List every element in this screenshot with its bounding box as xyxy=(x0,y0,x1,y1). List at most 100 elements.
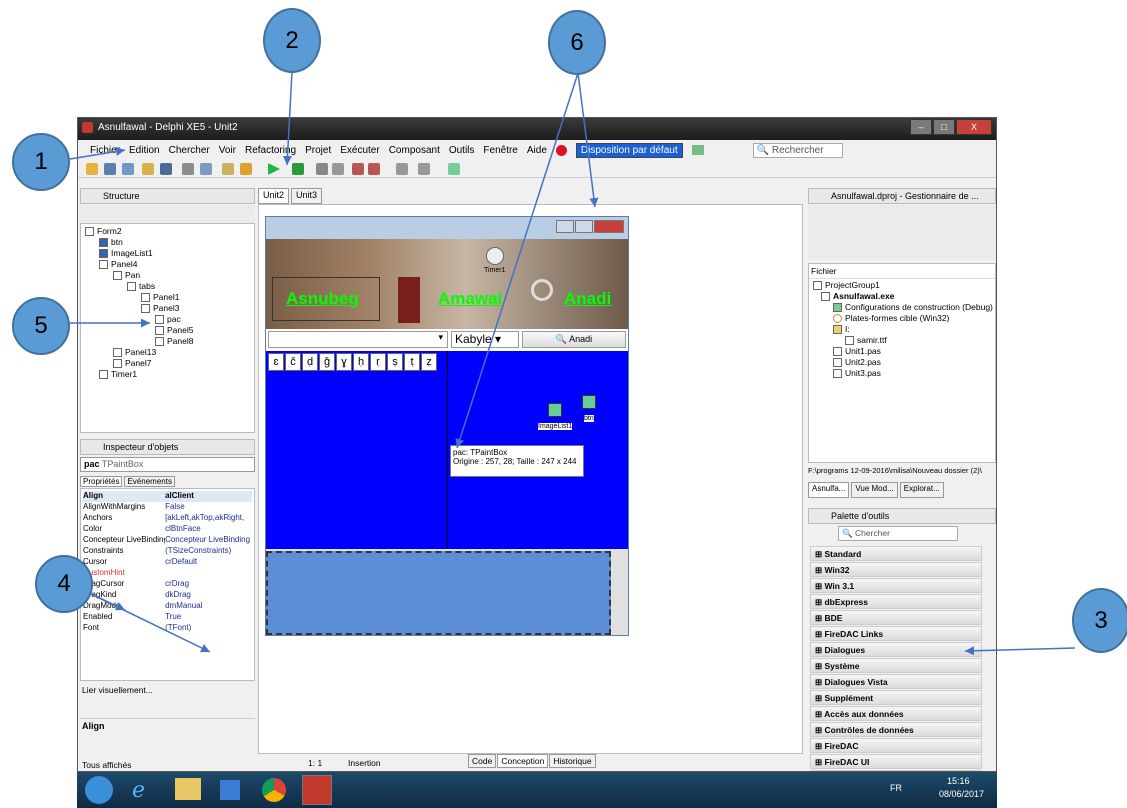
clock-time[interactable]: 15:16 xyxy=(947,776,970,786)
form-max-button[interactable] xyxy=(575,220,593,233)
media-icon[interactable] xyxy=(220,780,240,800)
pause-icon[interactable] xyxy=(316,163,328,175)
tree-item[interactable]: Form2 xyxy=(85,226,193,237)
palette-category[interactable]: ⊞ Standard xyxy=(810,546,982,561)
palette-category[interactable]: ⊞ dbExpress xyxy=(810,594,982,609)
brand-amawal[interactable]: Amawal xyxy=(438,289,502,309)
property-value[interactable]: dkDrag xyxy=(165,590,252,601)
delphi-taskbar-icon[interactable] xyxy=(302,775,332,805)
menu-fenetre[interactable]: Fenêtre xyxy=(483,145,517,156)
save-all-icon[interactable] xyxy=(160,163,172,175)
tree-item[interactable]: pac xyxy=(85,314,193,325)
property-value[interactable]: dmManual xyxy=(165,601,252,612)
form-min-button[interactable] xyxy=(556,220,574,233)
palette-category[interactable]: ⊞ Win32 xyxy=(810,562,982,577)
tree-item[interactable]: Panel4 xyxy=(85,259,193,270)
project-item[interactable]: Asnulfawal.exe xyxy=(813,291,993,302)
run-icon[interactable] xyxy=(268,163,280,175)
palette-category[interactable]: ⊞ Contrôles de données xyxy=(810,722,982,737)
tree-item[interactable]: Panel5 xyxy=(85,325,193,336)
letter-button[interactable]: ɛ xyxy=(268,353,284,371)
property-value[interactable]: [akLeft,akTop,akRight, xyxy=(165,513,252,524)
clock-date[interactable]: 08/06/2017 xyxy=(939,789,984,799)
letter-button[interactable]: ḍ xyxy=(302,353,318,371)
close-button[interactable]: X xyxy=(956,119,992,135)
menu-outils[interactable]: Outils xyxy=(449,145,475,156)
tab-unit2[interactable]: Unit2 xyxy=(258,188,290,204)
property-row[interactable]: CustomHint xyxy=(83,568,252,579)
tab-model-view[interactable]: Vue Mod... xyxy=(851,482,898,498)
word-input[interactable]: ▾ xyxy=(268,331,448,348)
tab-historique[interactable]: Historique xyxy=(549,754,596,768)
letter-button[interactable]: ẓ xyxy=(421,353,437,371)
palette-category[interactable]: ⊞ Dialogues Vista xyxy=(810,674,982,689)
brand-asnubeg[interactable]: Asnubeg xyxy=(286,289,359,309)
start-icon[interactable] xyxy=(85,776,113,804)
palette-category[interactable]: ⊞ Win 3.1 xyxy=(810,578,982,593)
explorer-icon[interactable] xyxy=(175,778,201,800)
letter-button[interactable]: ṛ xyxy=(370,353,386,371)
step-over-icon[interactable] xyxy=(368,163,380,175)
letter-button[interactable]: ḥ xyxy=(353,353,369,371)
project-item[interactable]: Plates-formes cible (Win32) xyxy=(813,313,993,324)
tree-item[interactable]: btn xyxy=(85,237,193,248)
maximize-button[interactable]: □ xyxy=(933,119,955,135)
menu-chercher[interactable]: Chercher xyxy=(169,145,210,156)
tab-project[interactable]: Asnulfa... xyxy=(808,482,850,498)
menu-refactoring[interactable]: Refactoring xyxy=(245,145,296,156)
open-icon[interactable] xyxy=(104,163,116,175)
minimize-button[interactable]: – xyxy=(910,119,932,135)
letter-button[interactable]: č xyxy=(285,353,301,371)
anadi-button[interactable]: 🔍 Anadi xyxy=(522,331,626,348)
letter-button[interactable]: ṭ xyxy=(404,353,420,371)
menu-composant[interactable]: Composant xyxy=(389,145,440,156)
layout-select[interactable]: Disposition par défaut xyxy=(575,142,683,158)
project-item[interactable]: samir.ttf xyxy=(813,335,993,346)
property-row[interactable]: AlignWithMargins False xyxy=(83,502,252,513)
menu-aide[interactable]: Aide xyxy=(527,145,547,156)
menu-voir[interactable]: Voir xyxy=(219,145,236,156)
project-item[interactable]: ProjectGroup1 xyxy=(813,280,993,291)
property-row[interactable]: Align alClient xyxy=(83,491,252,502)
project-item[interactable]: Unit2.pas xyxy=(813,357,993,368)
palette-category[interactable]: ⊞ FireDAC Links xyxy=(810,626,982,641)
language-indicator[interactable]: FR xyxy=(890,783,902,793)
property-value[interactable]: crDrag xyxy=(165,579,252,590)
palette-category[interactable]: ⊞ Accès aux données xyxy=(810,706,982,721)
property-value[interactable]: (TFont) xyxy=(165,623,252,634)
tab-explorer[interactable]: Explorat... xyxy=(899,482,944,498)
back-icon[interactable] xyxy=(396,163,408,175)
menu-edition[interactable]: Edition xyxy=(129,145,160,156)
property-value[interactable]: (TSizeConstraints) xyxy=(165,546,252,557)
brand-anadi[interactable]: Anadi xyxy=(564,289,611,309)
forward-icon[interactable] xyxy=(418,163,430,175)
property-value[interactable]: clBtnFace xyxy=(165,524,252,535)
menu-executer[interactable]: Exécuter xyxy=(340,145,379,156)
stop-icon[interactable] xyxy=(332,163,344,175)
property-value[interactable]: crDefault xyxy=(165,557,252,568)
property-row[interactable]: Color clBtnFace xyxy=(83,524,252,535)
tab-proprietes[interactable]: Propriétés xyxy=(80,476,123,487)
project-item[interactable]: Unit1.pas xyxy=(813,346,993,357)
tree-item[interactable]: Panel3 xyxy=(85,303,193,314)
new-icon[interactable] xyxy=(86,163,98,175)
ie-icon[interactable]: e xyxy=(132,778,156,803)
property-row[interactable]: DragKind dkDrag xyxy=(83,590,252,601)
tree-item[interactable]: Panel8 xyxy=(85,336,193,347)
palette-search[interactable]: 🔍 Chercher xyxy=(838,526,958,541)
bottom-scrollbar[interactable] xyxy=(612,551,628,635)
property-value[interactable] xyxy=(165,568,252,579)
letter-button[interactable]: ɣ xyxy=(336,353,352,371)
toggle-icon[interactable] xyxy=(182,163,194,175)
palette-category[interactable]: ⊞ FireDAC UI xyxy=(810,754,982,769)
property-value[interactable]: alClient xyxy=(165,491,252,502)
property-value[interactable]: True xyxy=(165,612,252,623)
language-select[interactable]: Kabyle ▾ xyxy=(451,331,519,348)
help-icon[interactable] xyxy=(555,144,567,156)
project-item[interactable]: Configurations de construction (Debug) xyxy=(813,302,993,313)
tab-code[interactable]: Code xyxy=(468,754,497,768)
project-item[interactable]: Unit3.pas xyxy=(813,368,993,379)
inspector-object-select[interactable]: pac TPaintBox xyxy=(80,457,255,472)
step-into-icon[interactable] xyxy=(352,163,364,175)
property-row[interactable]: Font (TFont) xyxy=(83,623,252,634)
